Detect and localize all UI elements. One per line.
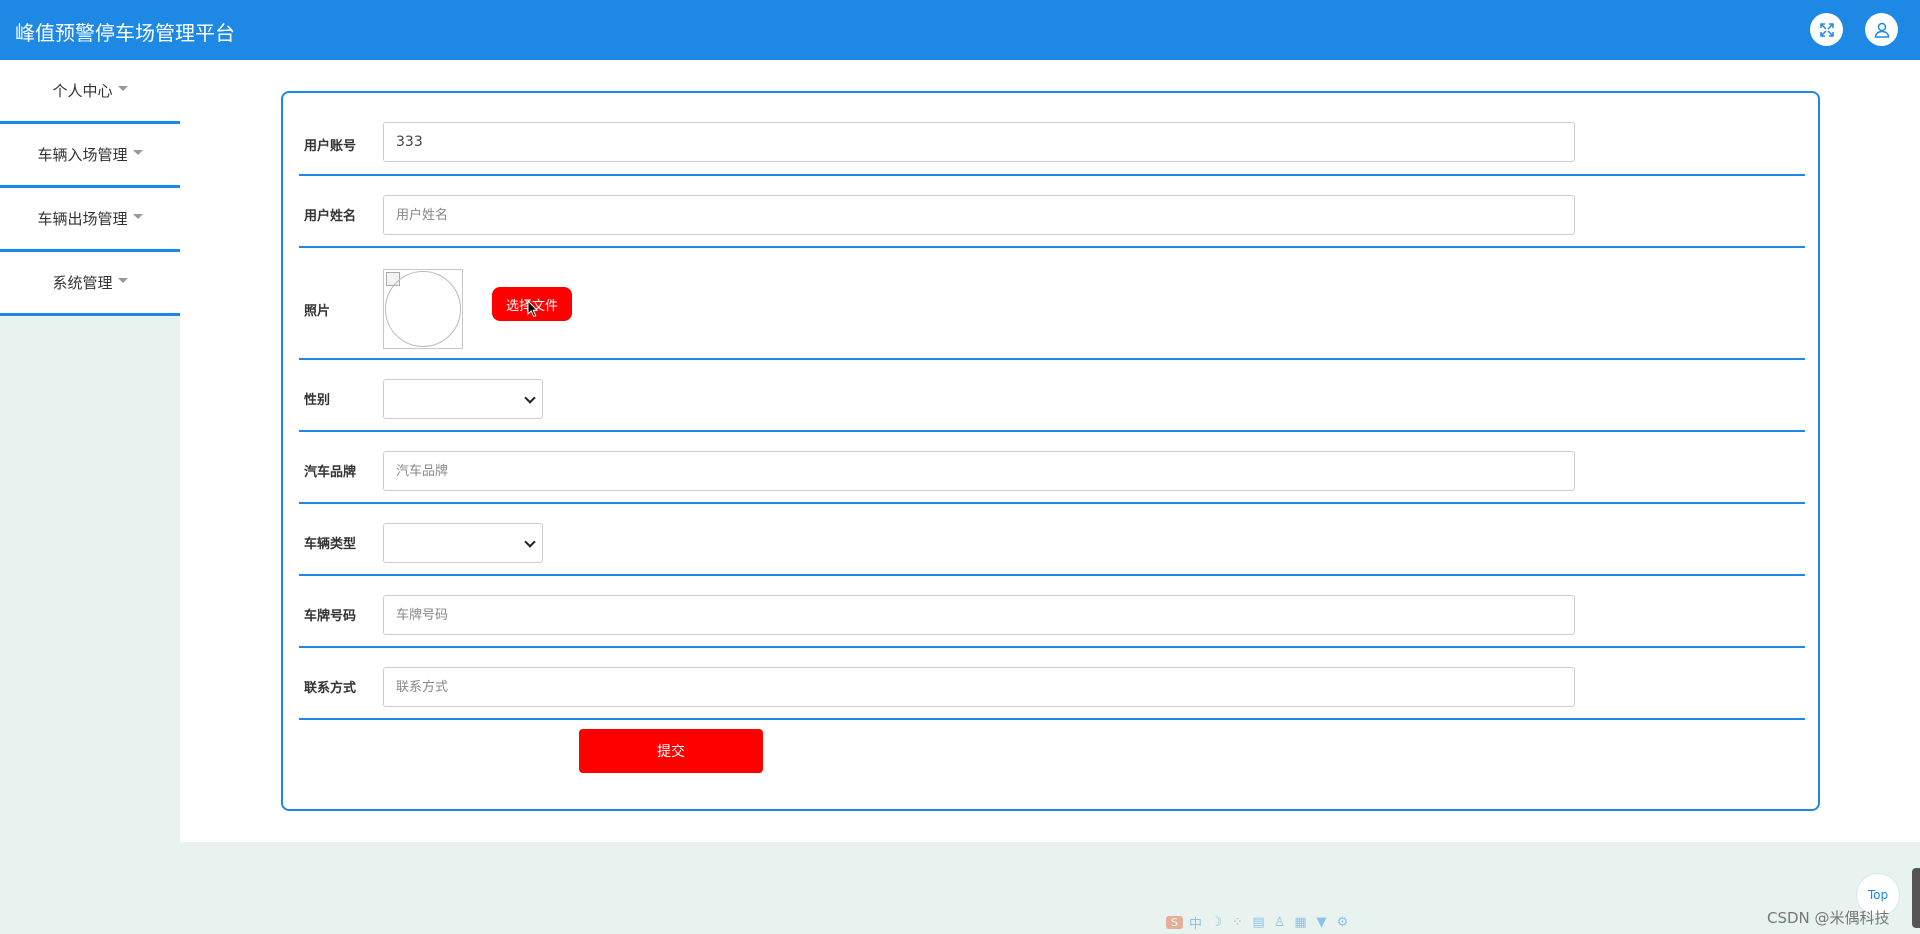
- caret-down-icon: [132, 214, 143, 219]
- form-row-plate: 车牌号码: [299, 576, 1805, 648]
- side-edge-tab[interactable]: [1912, 868, 1920, 928]
- caret-down-icon: [117, 278, 128, 283]
- caret-down-icon: [117, 86, 128, 91]
- form-row-brand: 汽车品牌: [299, 432, 1805, 504]
- name-label: 用户姓名: [304, 209, 357, 224]
- form-row-gender: 性别: [299, 360, 1805, 432]
- gender-select[interactable]: [383, 379, 543, 419]
- ime-item[interactable]: 中: [1187, 913, 1204, 932]
- user-menu-button[interactable]: [1865, 13, 1898, 46]
- ime-item[interactable]: ⁘: [1229, 915, 1246, 930]
- top-header: 峰值预警停车场管理平台: [0, 0, 1920, 60]
- contact-input[interactable]: [383, 667, 1575, 707]
- ime-item[interactable]: ▤: [1250, 915, 1267, 930]
- form-row-contact: 联系方式: [299, 648, 1805, 720]
- form-row-name: 用户姓名: [299, 176, 1805, 248]
- photo-label: 照片: [304, 304, 331, 319]
- name-input[interactable]: [383, 195, 1575, 235]
- fullscreen-button[interactable]: [1810, 13, 1843, 46]
- avatar-circle: [385, 271, 461, 347]
- gender-label: 性别: [304, 393, 331, 408]
- ime-item[interactable]: ▼: [1313, 915, 1330, 930]
- chevron-down-icon: [524, 536, 536, 548]
- sidebar-menu: 个人中心 车辆入场管理 车辆出场管理 系统管理: [0, 60, 180, 316]
- vehicle-type-select[interactable]: [383, 523, 543, 563]
- plate-input[interactable]: [383, 595, 1575, 635]
- sidebar-item-vehicle-exit[interactable]: 车辆出场管理: [0, 188, 180, 252]
- caret-down-icon: [132, 150, 143, 155]
- account-label: 用户账号: [304, 139, 357, 154]
- vehicle-type-label: 车辆类型: [304, 537, 357, 552]
- plate-label: 车牌号码: [304, 609, 357, 624]
- brand-input[interactable]: [383, 451, 1575, 491]
- chevron-down-icon: [524, 392, 536, 404]
- mouse-cursor-icon: [527, 300, 539, 318]
- ime-item[interactable]: ▦: [1292, 915, 1309, 930]
- ime-toolbar: S 中 ☽ ⁘ ▤ ♙ ▦ ▼ ⚙: [1166, 912, 1370, 932]
- form-row-vehicle-type: 车辆类型: [299, 504, 1805, 576]
- sidebar-item-label: 车辆入场管理: [37, 146, 128, 164]
- user-icon: [1874, 22, 1889, 38]
- form-row-account: 用户账号: [299, 122, 1805, 176]
- sidebar-item-system-management[interactable]: 系统管理: [0, 252, 180, 316]
- contact-label: 联系方式: [304, 681, 357, 696]
- sidebar-item-label: 车辆出场管理: [37, 210, 128, 228]
- brand-label: 汽车品牌: [304, 465, 357, 480]
- app-title: 峰值预警停车场管理平台: [15, 21, 235, 45]
- sidebar-item-personal-center[interactable]: 个人中心: [0, 60, 180, 124]
- sidebar-item-label: 个人中心: [52, 82, 113, 100]
- account-input[interactable]: [383, 122, 1575, 162]
- expand-icon: [1819, 22, 1834, 37]
- profile-form-card: 用户账号 用户姓名 照片 选择文件 性别 汽车品牌: [281, 91, 1820, 811]
- submit-button[interactable]: 提交: [579, 729, 763, 773]
- photo-preview: [383, 269, 463, 349]
- ime-item[interactable]: ⚙: [1334, 915, 1351, 930]
- sidebar-item-label: 系统管理: [52, 274, 113, 292]
- watermark-text: CSDN @米偶科技: [1767, 909, 1890, 927]
- sidebar-item-vehicle-entry[interactable]: 车辆入场管理: [0, 124, 180, 188]
- main-content: 用户账号 用户姓名 照片 选择文件 性别 汽车品牌: [180, 60, 1920, 842]
- form-row-photo: 照片 选择文件: [299, 248, 1805, 360]
- ime-logo-icon: S: [1166, 915, 1183, 929]
- ime-item[interactable]: ♙: [1271, 915, 1288, 930]
- ime-item[interactable]: ☽: [1208, 915, 1225, 930]
